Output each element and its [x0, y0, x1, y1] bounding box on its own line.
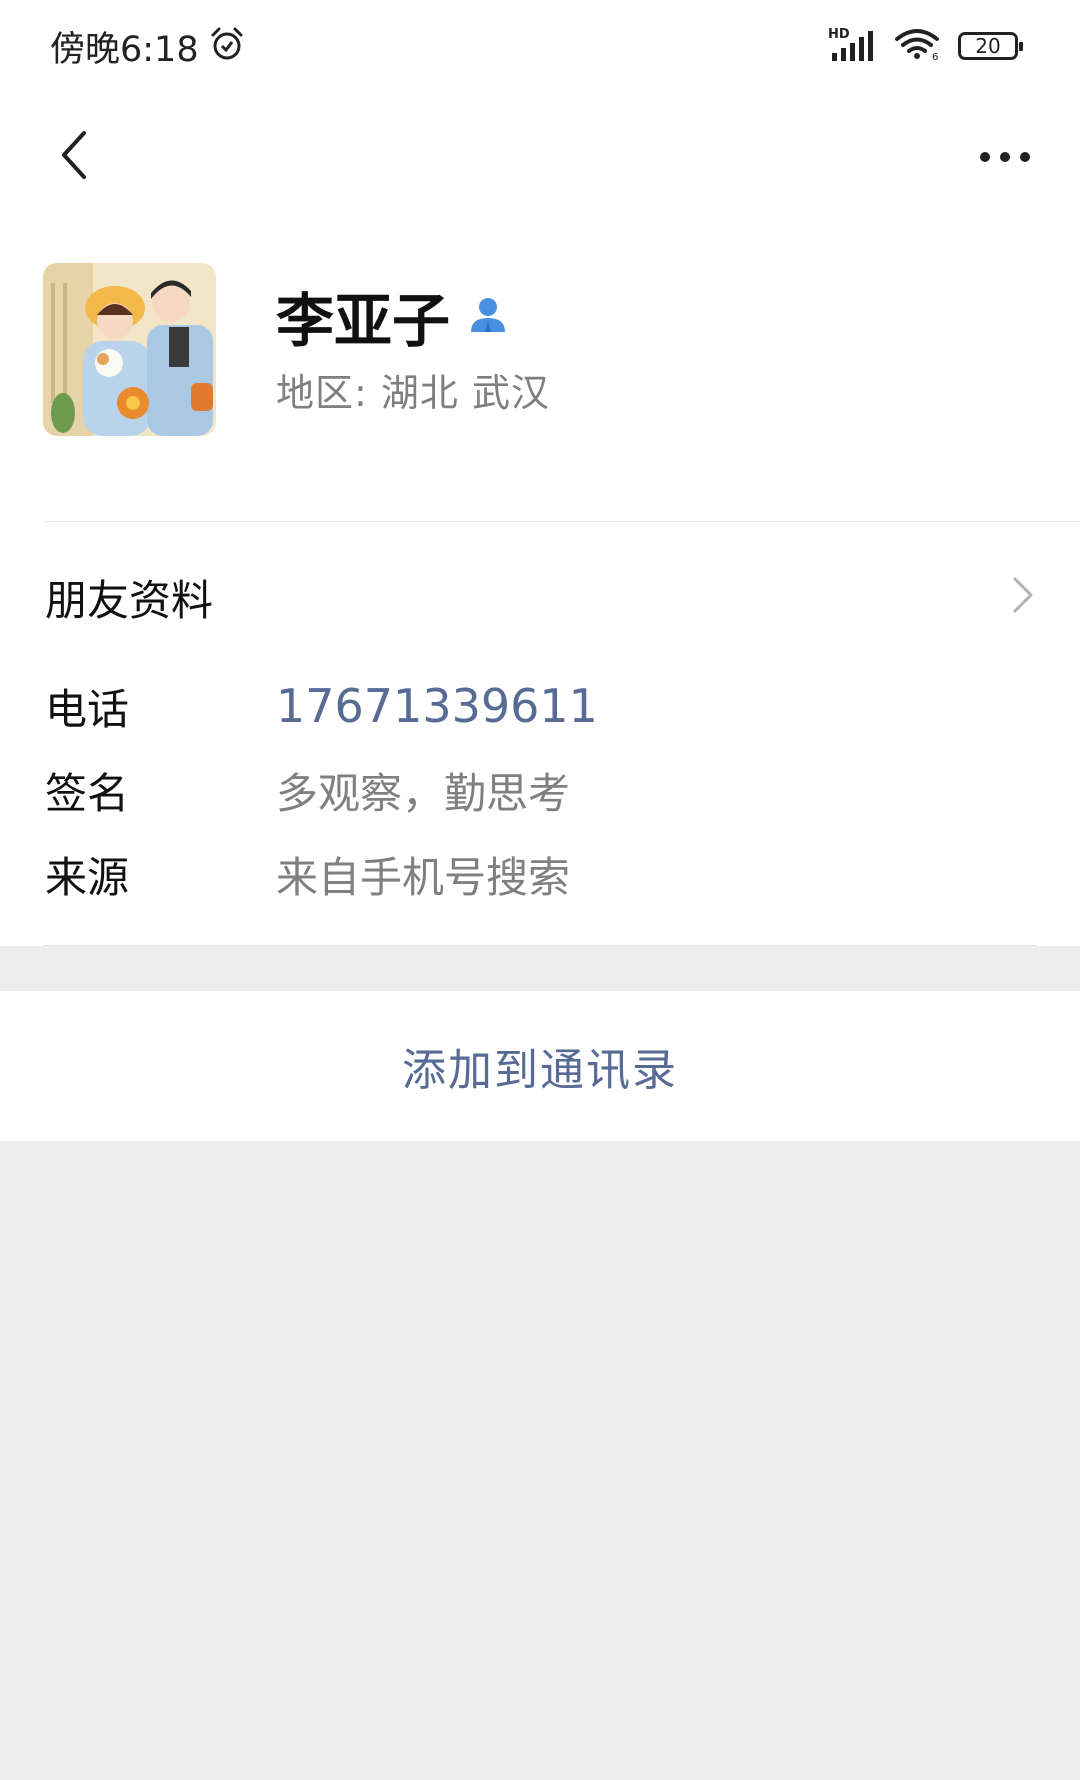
back-button[interactable] — [40, 122, 110, 192]
status-time: 傍晚6:18 — [50, 29, 199, 70]
phone-label: 电话 — [45, 684, 130, 734]
friend-info-label: 朋友资料 — [45, 575, 214, 625]
add-to-contacts-button[interactable]: 添加到通讯录 — [0, 991, 1080, 1141]
contact-profile-page: 傍晚6:18 HD 6 20 李亚子 地区: 湖北 武汉 朋友资料 电话 176… — [0, 0, 1080, 1780]
info-section: 朋友资料 电话 17671339611 签名 多观察，勤思考 来源 来自手机号搜… — [0, 522, 1080, 946]
friend-info-row[interactable]: 朋友资料 — [0, 522, 1080, 672]
divider — [43, 945, 1037, 946]
person-icon — [468, 294, 508, 338]
source-value: 来自手机号搜索 — [276, 852, 571, 902]
battery-level: 20 — [975, 34, 1001, 58]
source-row: 来源 来自手机号搜索 — [45, 832, 570, 916]
signature-value: 多观察，勤思考 — [276, 768, 571, 818]
phone-row: 电话 17671339611 — [45, 664, 598, 748]
avatar[interactable] — [43, 263, 216, 436]
chevron-right-icon — [1011, 576, 1035, 618]
phone-number[interactable]: 17671339611 — [276, 679, 598, 733]
alarm-clock-icon — [209, 26, 245, 66]
signature-label: 签名 — [45, 768, 130, 818]
wifi-icon: 6 — [894, 27, 940, 65]
battery-icon: 20 — [958, 32, 1023, 60]
signature-row: 签名 多观察，勤思考 — [45, 748, 570, 832]
status-left: 傍晚6:18 — [50, 21, 245, 72]
svg-text:6: 6 — [932, 52, 938, 61]
add-to-contacts-label: 添加到通讯录 — [402, 1045, 678, 1096]
source-label: 来源 — [45, 852, 130, 902]
nav-bar — [0, 92, 1080, 222]
name-row: 李亚子 — [276, 274, 508, 358]
status-right: HD 6 20 — [828, 27, 1023, 65]
chevron-left-icon — [58, 129, 92, 185]
more-button[interactable] — [970, 122, 1040, 192]
region-text: 地区: 湖北 武汉 — [276, 371, 550, 415]
cellular-signal-icon: HD — [828, 27, 876, 63]
contact-name: 李亚子 — [276, 287, 451, 355]
profile-header: 李亚子 地区: 湖北 武汉 — [0, 222, 1080, 522]
more-dots-icon — [979, 148, 1031, 167]
status-bar: 傍晚6:18 HD 6 20 — [0, 0, 1080, 92]
